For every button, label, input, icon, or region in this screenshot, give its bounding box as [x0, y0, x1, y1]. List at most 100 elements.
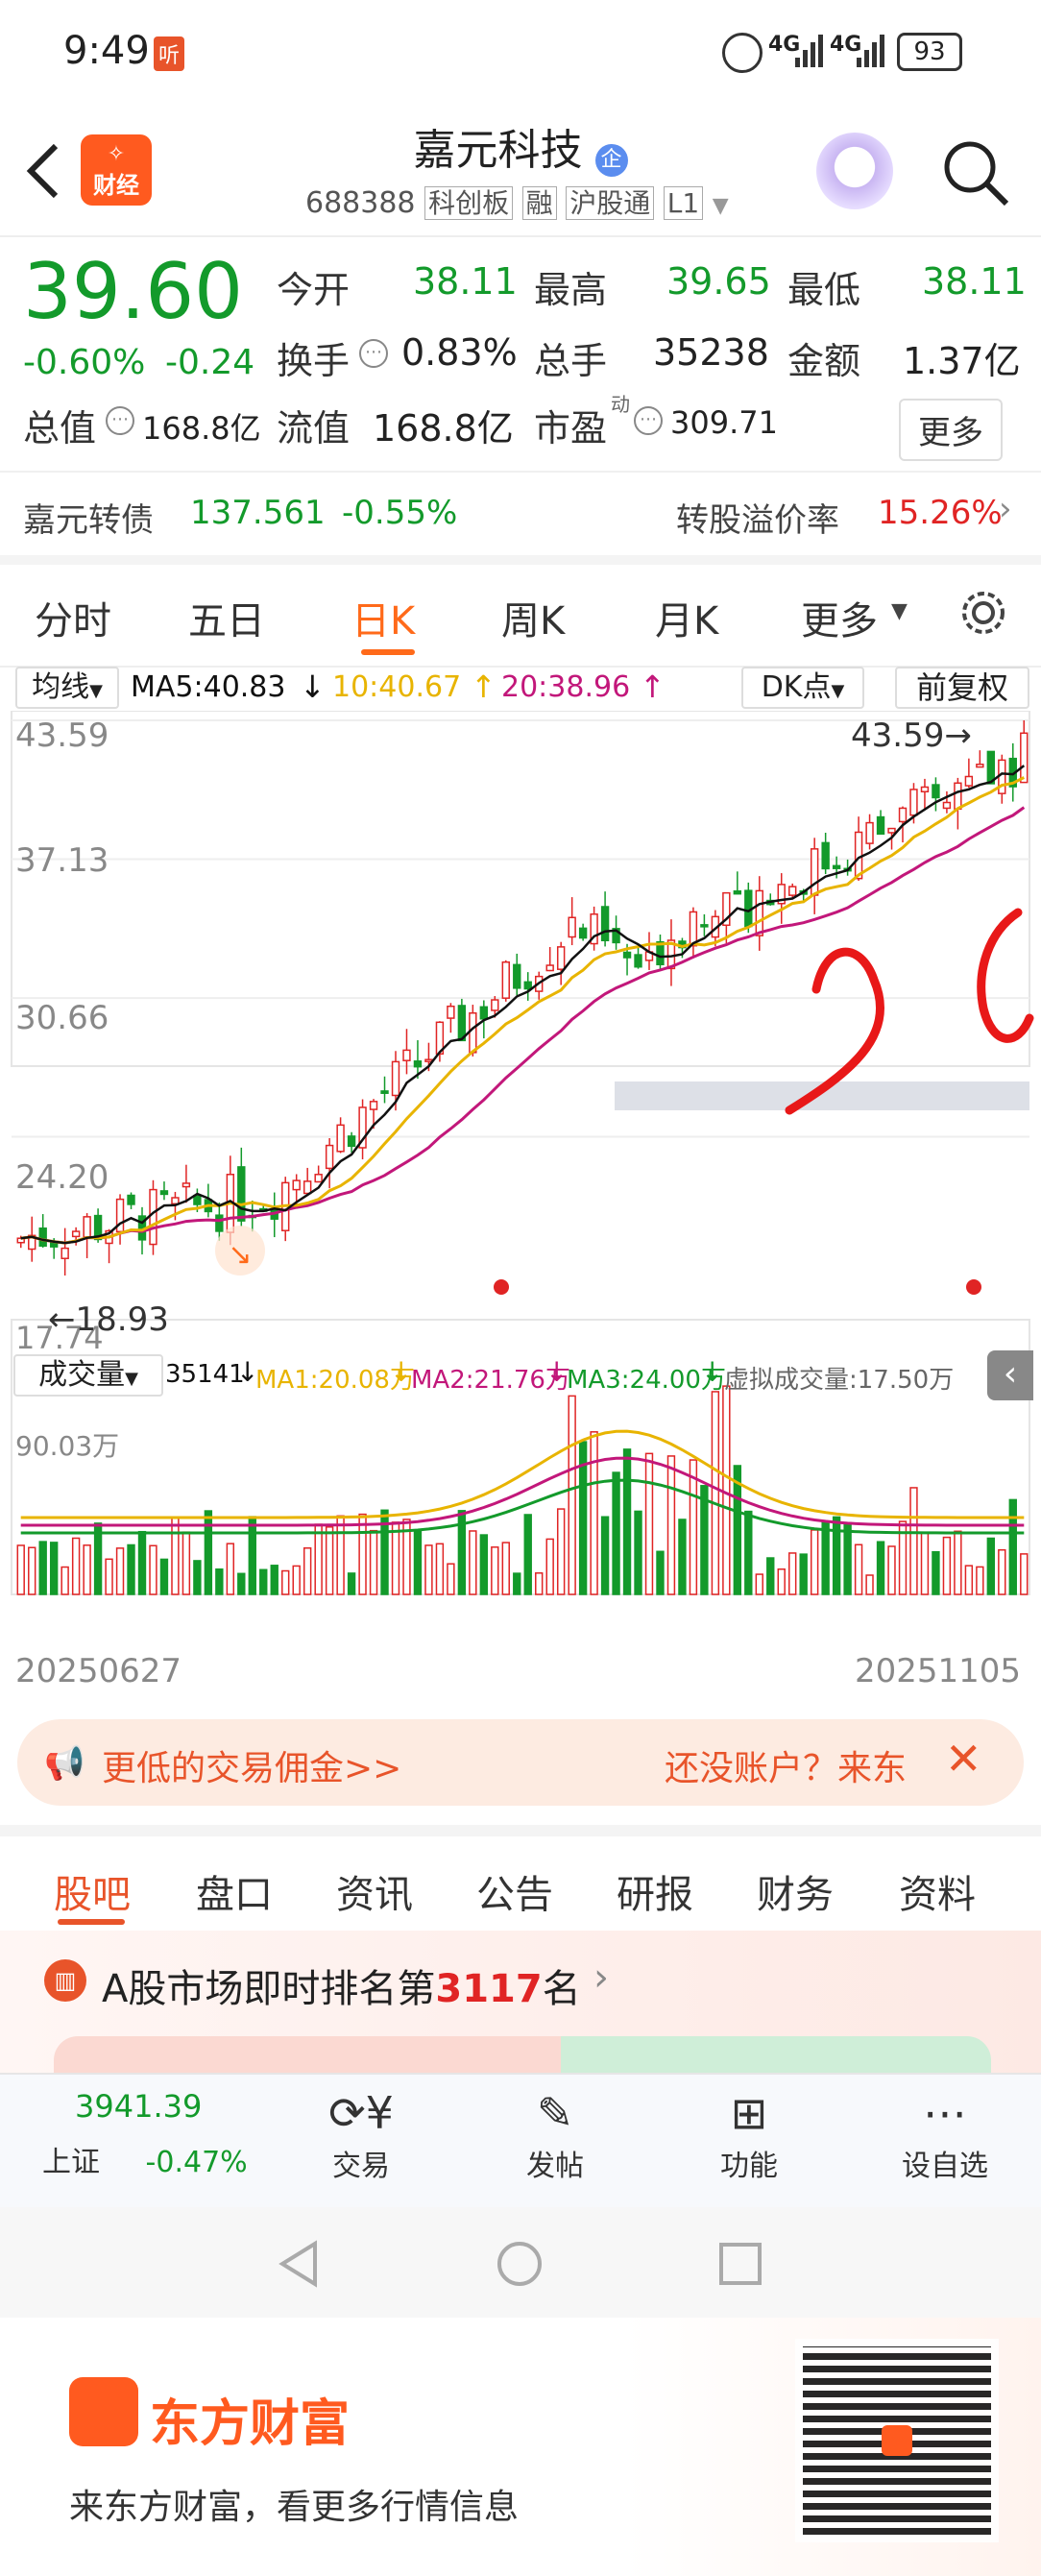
- tab-research[interactable]: 研报: [617, 1863, 693, 1919]
- vol-ma3-arrow-icon: ↓: [701, 1356, 724, 1388]
- index-ticker[interactable]: 3941.39 上证 -0.47%: [29, 2088, 269, 2180]
- index-change: -0.47%: [145, 2146, 248, 2179]
- turnover-info-icon[interactable]: ⋯: [359, 339, 388, 368]
- market-rank-banner[interactable]: ▥ A股市场即时排名第3117名 ›: [0, 1931, 1041, 2084]
- ma-selector[interactable]: 均线▼: [15, 667, 119, 709]
- candle: [876, 815, 885, 836]
- vol-ma2-arrow-icon: ↓: [545, 1356, 569, 1388]
- ma5-label: MA5:40.83: [131, 670, 286, 704]
- tab-pankou[interactable]: 盘口: [196, 1863, 273, 1919]
- tag-kechuang: 科创板: [424, 186, 514, 220]
- candle: [292, 1179, 301, 1191]
- tab-more[interactable]: 更多: [801, 590, 878, 645]
- rank-chevron-icon: ›: [593, 1956, 609, 2000]
- candle: [501, 960, 510, 999]
- kline-chart-area: 均线▼ MA5:40.83 ↓ 10:40.67 ↑ 20:38.96 ↑ DK…: [0, 663, 1041, 1690]
- candle: [622, 951, 632, 959]
- date-start: 20250627: [15, 1652, 182, 1690]
- candle: [556, 946, 566, 970]
- change-percent: -0.60%: [23, 343, 146, 382]
- nav-back-icon[interactable]: [277, 2240, 321, 2288]
- bond-change: -0.55%: [342, 494, 458, 532]
- clock: 9:49: [63, 29, 150, 73]
- search-icon[interactable]: [941, 138, 1010, 207]
- tab-daily-k[interactable]: 日K: [351, 590, 415, 645]
- candle: [700, 924, 709, 928]
- stock-code-row[interactable]: 688388 科创板 融 沪股通 L1 ▼: [305, 182, 729, 221]
- pe-sup: 动: [611, 393, 630, 416]
- functions-button[interactable]: ⊞ 功能: [691, 2084, 807, 2184]
- tab-profile[interactable]: 资料: [899, 1863, 976, 1919]
- candle: [865, 821, 874, 844]
- candle: [491, 999, 499, 1011]
- volume-bar: [16, 1544, 25, 1595]
- tab-guba[interactable]: 股吧: [54, 1863, 131, 1919]
- listen-badge: 听: [154, 36, 185, 71]
- vol-ma1-line: [20, 1429, 1025, 1519]
- candle: [171, 1197, 180, 1205]
- volume-bar: [600, 1516, 610, 1595]
- tab-five-day[interactable]: 五日: [188, 590, 265, 645]
- kline-svg[interactable]: ↘: [0, 711, 1041, 1681]
- drawn-annotation-2: [977, 908, 1034, 1043]
- pe-info-icon[interactable]: ⋯: [634, 406, 663, 435]
- volume-bar: [215, 1567, 224, 1595]
- add-watchlist-button[interactable]: ⋯ 设自选: [887, 2084, 1003, 2184]
- volume-bar: [226, 1543, 235, 1595]
- buy-arrow-icon: ↘: [228, 1238, 252, 1272]
- adjust-button[interactable]: 前复权: [895, 667, 1029, 709]
- volume-bar: [270, 1565, 278, 1595]
- candle: [755, 889, 763, 936]
- volume-bar: [777, 1567, 786, 1595]
- tab-intraday[interactable]: 分时: [35, 590, 111, 645]
- convertible-bond-row[interactable]: 嘉元转债 137.561 -0.55% 转股溢价率 15.26% ›: [0, 471, 1041, 549]
- close-ad-icon[interactable]: ✕: [945, 1733, 982, 1785]
- volume-bar: [711, 1391, 720, 1595]
- index-name: 上证: [42, 2146, 100, 2179]
- settings-gear-icon[interactable]: [956, 586, 1010, 640]
- volume-bar: [193, 1560, 202, 1595]
- volume-max-label: 90.03万: [15, 1430, 120, 1462]
- bond-name: 嘉元转债: [23, 501, 154, 540]
- nav-recents-icon[interactable]: [718, 2242, 763, 2286]
- date-end: 20251105: [855, 1652, 1022, 1690]
- premium-value: 15.26%: [878, 494, 1003, 532]
- trade-button[interactable]: ⟳¥ 交易: [303, 2084, 419, 2184]
- volume-label: 总手: [534, 340, 608, 382]
- volume-bar: [821, 1521, 830, 1595]
- tab-monthly-k[interactable]: 月K: [655, 590, 718, 645]
- candle: [215, 1214, 224, 1232]
- pe-value: 309.71: [670, 404, 778, 441]
- low-value: 38.11: [922, 260, 1027, 303]
- volume-bar: [766, 1557, 775, 1595]
- tab-financials[interactable]: 财务: [757, 1863, 834, 1919]
- nav-home-icon[interactable]: [496, 2240, 544, 2288]
- dk-selector[interactable]: DK点▼: [741, 667, 864, 709]
- y-tick-2: 37.13: [15, 841, 109, 880]
- grid-lines: [12, 719, 1029, 1138]
- current-price: 39.60: [23, 247, 244, 336]
- ma10-label: 10:40.67: [332, 670, 462, 704]
- volume-selector[interactable]: 成交量▼: [13, 1354, 163, 1397]
- vol-virtual-label: 虚拟成交量:17.50万: [724, 1366, 955, 1395]
- megaphone-icon: 📢: [44, 1744, 85, 1783]
- volume-bar: [678, 1519, 687, 1595]
- candle: [314, 1174, 323, 1183]
- mcap-info-icon[interactable]: ⋯: [106, 406, 134, 435]
- tab-weekly-k[interactable]: 周K: [501, 590, 565, 645]
- post-button[interactable]: ✎ 发帖: [497, 2084, 613, 2184]
- more-button[interactable]: 更多: [899, 399, 1003, 461]
- tab-announcements[interactable]: 公告: [476, 1863, 553, 1919]
- candle: [159, 1190, 169, 1196]
- bottom-toolbar: 3941.39 上证 -0.47% ⟳¥ 交易 ✎ 发帖 ⊞ 功能 ⋯ 设自选: [0, 2073, 1041, 2209]
- candle: [193, 1194, 202, 1205]
- volume-bar: [292, 1565, 301, 1595]
- chevron-right-icon: ›: [999, 490, 1012, 528]
- volume-bar: [612, 1471, 620, 1595]
- candle: [932, 784, 940, 799]
- commission-ad-banner[interactable]: 📢 更低的交易佣金>> 还没账户？来东 ✕: [17, 1719, 1024, 1806]
- volume-bar: [755, 1573, 763, 1595]
- robot-assistant-avatar[interactable]: [816, 133, 893, 209]
- collapse-panel-icon[interactable]: ‹: [987, 1350, 1033, 1400]
- tab-news[interactable]: 资讯: [336, 1863, 413, 1919]
